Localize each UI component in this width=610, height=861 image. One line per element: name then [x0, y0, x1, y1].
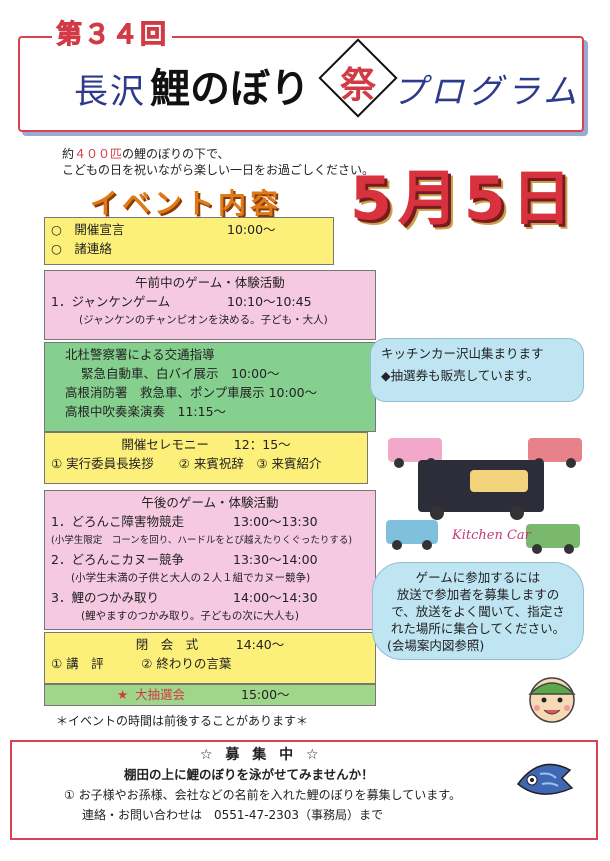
event-heading: イベント内容 — [90, 187, 283, 220]
ceremony-box: 開催セレモニー 12：15～ ① 実行委員長挨拶 ② 来賓祝辞 ③ 来賓紹介 — [44, 432, 368, 484]
edition-label: 第３４回 — [52, 14, 173, 51]
morning-note: (ジャンケンのチャンピオンを決める。子ども・大人) — [79, 314, 328, 326]
title-program: プログラム — [392, 72, 581, 112]
closing-title: 閉 会 式 14:40～ — [135, 637, 285, 652]
event-date: 5月5日 — [350, 164, 578, 234]
star-icon: ★ — [117, 687, 129, 702]
game-line: れた場所に集合してください。 — [390, 621, 566, 636]
afternoon-time: 14:00～14:30 — [233, 590, 318, 605]
character-mascot-icon — [528, 677, 576, 723]
kitchen-line2: ◆抽選券も販売しています。 — [381, 368, 539, 383]
traffic-title: 北杜警察署による交通指導 — [65, 347, 215, 362]
title-fest: 祭 — [340, 64, 377, 106]
ceremony-title: 開催セレモニー 12：15～ — [121, 437, 291, 452]
closing-box: 閉 会 式 14:40～ ① 講 評 ② 終わりの言葉 — [44, 632, 376, 684]
intro-post: の鯉のぼりの下で、 — [122, 147, 230, 161]
morning-box: 午前中のゲーム・体験活動 1．ジャンケンゲーム 10:10～10:45 (ジャンケ… — [44, 270, 376, 340]
recruit-contact: 連絡・お問い合わせは 0551-47-2303（事務局）まで — [82, 808, 384, 822]
time-note: ＊イベントの時間は前後することがあります＊ — [56, 714, 309, 728]
traffic-box: 北杜警察署による交通指導 緊急自動車、白バイ展示 10:00～ 高根消防署 救急… — [44, 342, 376, 432]
title-main: 鯉のぼり — [150, 65, 310, 112]
kitchen-car-label: Kitchen Car — [452, 528, 531, 543]
lottery-time: 15:00～ — [241, 687, 290, 702]
morning-title: 午前中のゲーム・体験活動 — [135, 275, 285, 290]
afternoon-box: 午後のゲーム・体験活動 1．どろんこ障害物競走 13:00～13:30 (小学生限… — [44, 490, 376, 630]
announce-item: ○ 諸連絡 — [51, 241, 112, 256]
opening-time: 10:00～ — [227, 222, 276, 237]
closing-line: ① 講 評 ② 終わりの言葉 — [51, 656, 232, 671]
kitchen-car-bubble: キッチンカー沢山集まります ◆抽選券も販売しています。 — [370, 338, 584, 402]
game-line: 放送で参加者を募集しますの — [396, 587, 560, 602]
afternoon-note: (小学生限定 コーンを回り、ハードルをとび越えたりくぐったりする) — [51, 535, 353, 546]
intro-text: 約４００匹の鯉のぼりの下で、 こどもの日を祝いながら楽しい一日をお過ごしください… — [62, 146, 374, 178]
intro-line2: こどもの日を祝いながら楽しい一日をお過ごしください。 — [62, 163, 375, 177]
traffic-line: 高根中吹奏楽演奏 11:15～ — [65, 404, 227, 419]
game-line: ゲームに参加するには — [415, 570, 541, 585]
opening-item: ○ 開催宣言 — [51, 222, 125, 237]
koinobori-fish-icon — [516, 763, 574, 795]
recruit-title: ☆ 募 集 中 ☆ — [200, 747, 323, 763]
afternoon-time: 13:00～13:30 — [233, 514, 318, 529]
game-line: (会場案内図参照) — [387, 638, 485, 653]
opening-box: ○ 開催宣言 10:00～ ○ 諸連絡 — [44, 217, 334, 265]
title-place: 長沢 — [74, 72, 146, 112]
afternoon-item: 2．どろんこカヌー競争 — [51, 552, 184, 567]
afternoon-note: (鯉やますのつかみ取り。子どもの次に大人も) — [81, 610, 299, 622]
morning-item: 1．ジャンケンゲーム — [51, 294, 171, 309]
afternoon-item: 1．どろんこ障害物競走 — [51, 514, 184, 529]
afternoon-note: (小学生未満の子供と大人の２人１組でカヌー競争) — [71, 572, 311, 584]
recruit-line1: ① お子様やお孫様、会社などの名前を入れた鯉のぼりを募集しています。 — [64, 788, 462, 802]
intro-count: ４００匹 — [74, 147, 123, 161]
traffic-line: 高根消防署 救急車、ポンプ車展示 10:00～ — [65, 385, 318, 400]
afternoon-time: 13:30～14:00 — [233, 552, 318, 567]
truck-window — [470, 470, 528, 492]
afternoon-title: 午後のゲーム・体験活動 — [141, 495, 279, 510]
recruit-subtitle: 棚田の上に鯉のぼりを泳がせてみませんか！ — [124, 767, 374, 782]
morning-time: 10:10～10:45 — [227, 294, 312, 309]
game-line: で、放送をよく聞いて、指定さ — [391, 604, 565, 619]
kitchen-line1: キッチンカー沢山集まります — [381, 346, 544, 361]
afternoon-item: 3．鯉のつかみ取り — [51, 590, 159, 605]
traffic-line: 緊急自動車、白バイ展示 10:00～ — [81, 366, 280, 381]
lottery-label: 大抽選会 — [135, 687, 186, 702]
game-info-bubble: ゲームに参加するには 放送で参加者を募集しますの で、放送をよく聞いて、指定さ … — [372, 562, 584, 660]
ceremony-line: ① 実行委員長挨拶 ② 来賓祝辞 ③ 来賓紹介 — [51, 456, 322, 471]
lottery-box: ★ 大抽選会 15:00～ — [44, 684, 376, 706]
intro-pre: 約 — [62, 147, 75, 161]
